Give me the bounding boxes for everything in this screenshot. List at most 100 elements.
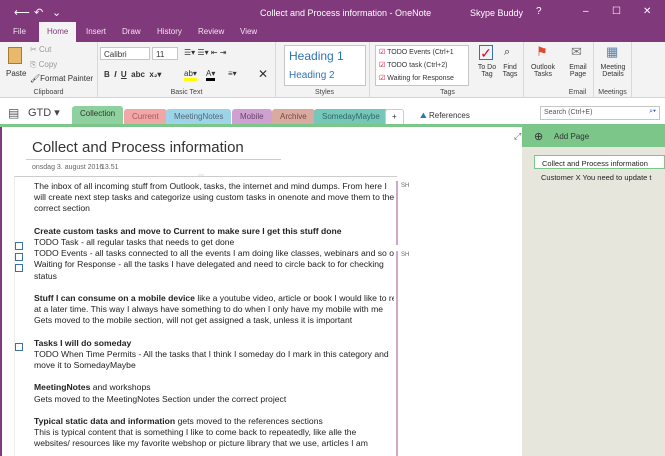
email-group: ✉ Email Page Email xyxy=(562,42,594,98)
todo-events-checkbox[interactable] xyxy=(15,253,23,261)
references-link[interactable]: ⛰ References xyxy=(420,111,470,121)
flag-icon[interactable]: ⚑ xyxy=(536,44,548,60)
section-tab-mobile[interactable]: Mobile xyxy=(232,109,272,125)
checkbox-icon: ☑ xyxy=(379,62,386,69)
note-line-bold: Create custom tasks and move to Current … xyxy=(34,225,342,236)
title-underline xyxy=(26,159,281,160)
note-line-text: correct section xyxy=(34,203,90,214)
tab-history[interactable]: History xyxy=(157,27,182,36)
section-tab-archive[interactable]: Archive xyxy=(272,109,315,125)
section-tab-somedaymaybe[interactable]: SomedayMaybe xyxy=(314,109,388,125)
note-line-text: Gets moved to the mobile section, will n… xyxy=(34,315,353,326)
tab-view[interactable]: View xyxy=(240,27,257,36)
note-line xyxy=(34,282,394,293)
font-color-icon[interactable]: A▾ xyxy=(206,69,216,81)
waiting-checkbox[interactable] xyxy=(15,264,23,272)
page-item-active[interactable]: Collect and Process information xyxy=(534,155,665,169)
todo-tag-button[interactable]: To Do Tag xyxy=(476,64,498,78)
envelope-icon[interactable]: ✉ xyxy=(571,44,582,60)
tag-item[interactable]: ☑ TODO Events (Ctrl+1 xyxy=(379,48,454,56)
outlook-tasks-button[interactable]: Outlook Tasks xyxy=(526,64,560,78)
pages-panel: ⊕ Add Page Collect and Process informatio… xyxy=(522,127,665,456)
container-handle[interactable]: ⋯ xyxy=(198,172,204,179)
section-tab-collection[interactable]: Collection xyxy=(72,106,124,125)
style-heading-1[interactable]: Heading 1 xyxy=(289,49,344,63)
user-name[interactable]: Skype Buddy xyxy=(470,8,523,18)
tag-label: TODO task (Ctrl+2) xyxy=(387,62,448,69)
find-tags-button[interactable]: Find Tags xyxy=(500,64,520,78)
align-icon[interactable]: ≡▾ xyxy=(228,69,237,78)
add-section-button[interactable]: + xyxy=(385,109,404,125)
font-size-select[interactable]: 11 xyxy=(152,47,178,60)
note-line: websites/ resources like my favorite web… xyxy=(34,438,394,449)
note-line: TODO When Time Permits - All the tasks t… xyxy=(34,349,394,360)
search-input[interactable]: Search (Ctrl+E) ⌕▾ xyxy=(540,106,660,120)
search-placeholder: Search (Ctrl+E) xyxy=(544,109,593,116)
format-painter-label: Format Painter xyxy=(40,74,94,83)
tab-review[interactable]: Review xyxy=(198,27,224,36)
undo-icon[interactable]: ↶ xyxy=(34,6,43,19)
tag-label: Waiting for Response xyxy=(387,75,454,82)
tag-item[interactable]: ☑ Waiting for Response xyxy=(379,74,454,82)
copy-button[interactable]: ⎘ Copy xyxy=(30,60,57,70)
page-date: onsdag 3. august 2016 xyxy=(32,164,104,171)
note-line-text: and workshops xyxy=(90,382,151,393)
styles-gallery[interactable]: Heading 1 Heading 2 xyxy=(284,45,366,86)
tab-file[interactable]: File xyxy=(13,27,26,36)
expand-icon[interactable]: ⤢ xyxy=(514,131,521,142)
note-text[interactable]: The inbox of all incoming stuff from Out… xyxy=(34,181,394,450)
note-line: at a later time. This way I always have … xyxy=(34,304,394,315)
tab-home[interactable]: Home xyxy=(39,22,77,42)
note-line-text: websites/ resources like my favorite web… xyxy=(34,438,368,449)
tags-gallery[interactable]: ☑ TODO Events (Ctrl+1 ☑ TODO task (Ctrl+… xyxy=(375,45,469,86)
note-line-bold: Typical static data and information xyxy=(34,415,176,426)
note-line-text: TODO When Time Permits - All the tasks t… xyxy=(34,348,389,359)
note-line xyxy=(34,326,394,337)
format-painter-button[interactable]: 🖌Format Painter xyxy=(30,74,93,83)
page-time: 13.51 xyxy=(101,164,119,171)
clear-formatting-icon[interactable]: ✕ xyxy=(258,67,268,81)
help-button[interactable]: ? xyxy=(536,6,542,17)
tags-group: ☑ TODO Events (Ctrl+1 ☑ TODO task (Ctrl+… xyxy=(372,42,524,98)
paste-icon xyxy=(8,47,22,64)
styles-label: Styles xyxy=(314,89,335,96)
note-line-text: TODO Events - all tasks connected to all… xyxy=(34,248,394,259)
meeting-details-button[interactable]: Meeting Details xyxy=(596,64,630,78)
section-tab-current[interactable]: Current xyxy=(124,109,167,125)
back-icon[interactable]: ⟵ xyxy=(14,6,30,19)
someday-checkbox[interactable] xyxy=(15,343,23,351)
highlight-icon[interactable]: ab▾ xyxy=(184,69,197,81)
note-line-text: will create next step tasks and categori… xyxy=(34,192,394,203)
tab-draw[interactable]: Draw xyxy=(122,27,141,36)
todo-checkbox[interactable] xyxy=(15,242,23,250)
style-heading-2[interactable]: Heading 2 xyxy=(289,70,335,81)
format-buttons[interactable]: B I U abc x₂▾ xyxy=(104,70,161,79)
tag-label: TODO Events (Ctrl+1 xyxy=(387,49,454,56)
email-page-button[interactable]: Email Page xyxy=(564,64,592,78)
close-button[interactable]: ✕ xyxy=(643,6,651,17)
todo-tag-icon[interactable]: ✓ xyxy=(479,45,493,60)
maximize-button[interactable]: ☐ xyxy=(612,6,621,17)
window-title: Collect and Process information - OneNot… xyxy=(260,8,432,18)
section-tab-meetingnotes[interactable]: MeetingNotes xyxy=(166,109,232,125)
search-icon[interactable]: ⌕▾ xyxy=(649,108,656,116)
paste-button[interactable]: Paste xyxy=(6,69,26,78)
minimize-button[interactable]: – xyxy=(583,6,589,17)
bullets-icon[interactable]: ☰▾ ☰▾ ⇤ ⇥ xyxy=(184,48,226,57)
font-select[interactable]: Calibri xyxy=(100,47,150,60)
note-line-text: gets moved to the references sections xyxy=(175,415,323,426)
tag-item[interactable]: ☑ TODO task (Ctrl+2) xyxy=(379,61,447,69)
checkbox-icon: ☑ xyxy=(379,49,386,56)
add-page-button[interactable]: ⊕ Add Page xyxy=(522,127,665,147)
note-line: will create next step tasks and categori… xyxy=(34,192,394,203)
find-tags-icon[interactable]: ⌕ xyxy=(504,46,510,59)
note-line-text: at a later time. This way I always have … xyxy=(34,304,384,315)
page-title[interactable]: Collect and Process information xyxy=(32,139,244,156)
quick-access-dropdown[interactable]: ⌄ xyxy=(52,6,61,19)
cut-button[interactable]: ✂ Cut xyxy=(30,45,51,54)
notebook-selector[interactable]: GTD ▾ xyxy=(28,106,60,119)
calendar-icon[interactable]: ▦ xyxy=(606,44,618,60)
note-line: TODO Task - all regular tasks that needs… xyxy=(34,237,394,248)
page-item[interactable]: Customer X You need to update t xyxy=(534,170,665,184)
tab-insert[interactable]: Insert xyxy=(86,27,106,36)
